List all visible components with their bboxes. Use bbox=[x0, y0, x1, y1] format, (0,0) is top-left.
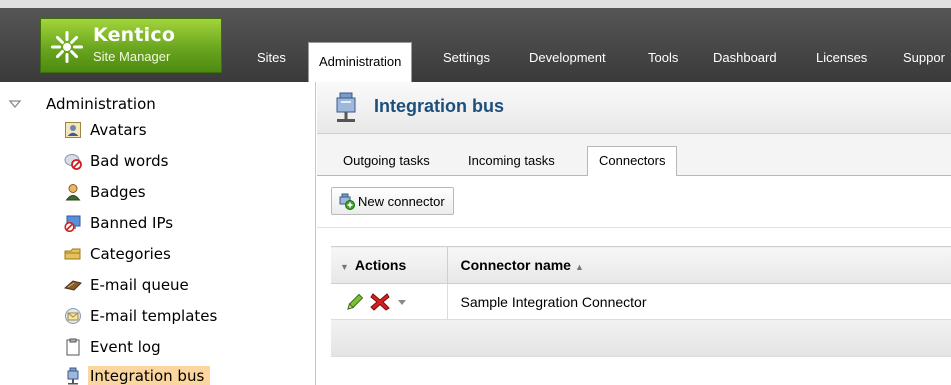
tab-outgoing-tasks[interactable]: Outgoing tasks bbox=[343, 150, 430, 176]
navigation-tree: Administration Avatars Bad words Badges bbox=[0, 82, 316, 385]
add-connector-icon bbox=[339, 193, 355, 210]
tree-item-label: Avatars bbox=[90, 120, 147, 139]
tree-item-badges[interactable]: Badges bbox=[64, 179, 150, 204]
tree-item-banned-ips[interactable]: Banned IPs bbox=[64, 210, 177, 235]
grid-header-row: ▼ Actions Connector name ▲ bbox=[331, 246, 951, 284]
tree-item-categories[interactable]: Categories bbox=[64, 241, 175, 266]
tab-dashboard[interactable]: Dashboard bbox=[713, 40, 777, 80]
tree-item-bad-words[interactable]: Bad words bbox=[64, 148, 172, 173]
top-header: Kentico Site Manager Sites Administratio… bbox=[0, 0, 951, 84]
main-panel: Integration bus Outgoing tasks Incoming … bbox=[317, 82, 951, 385]
toolbar: New connector bbox=[317, 176, 951, 228]
categories-icon bbox=[64, 248, 81, 259]
tree-root-label: Administration bbox=[46, 95, 156, 113]
tab-tools[interactable]: Tools bbox=[648, 40, 678, 80]
tree-item-label: Integration bus bbox=[88, 365, 211, 385]
tree-item-label: E-mail queue bbox=[90, 275, 189, 294]
tree-item-integration-bus[interactable]: Integration bus bbox=[64, 363, 211, 385]
banned-ip-icon bbox=[64, 215, 81, 232]
collapse-triangle-icon[interactable] bbox=[8, 97, 22, 111]
column-header-label: Connector name bbox=[460, 257, 571, 273]
tab-settings[interactable]: Settings bbox=[443, 40, 490, 80]
tree-root-administration[interactable]: Administration bbox=[8, 94, 156, 114]
new-connector-label: New connector bbox=[358, 193, 445, 209]
column-menu-arrow-icon[interactable]: ▼ bbox=[340, 262, 349, 272]
delete-x-icon[interactable] bbox=[369, 292, 391, 312]
badge-icon bbox=[65, 183, 81, 200]
tree-item-email-templates[interactable]: E-mail templates bbox=[64, 303, 221, 328]
more-actions-chevron-icon[interactable] bbox=[395, 292, 409, 312]
tab-licenses[interactable]: Licenses bbox=[816, 40, 867, 80]
sort-ascending-icon: ▲ bbox=[574, 262, 584, 272]
main-tabs: Sites Administration Settings Developmen… bbox=[0, 40, 951, 84]
event-log-icon bbox=[66, 338, 80, 355]
tab-connectors[interactable]: Connectors bbox=[587, 146, 678, 177]
edit-pencil-icon[interactable] bbox=[345, 292, 365, 312]
bad-words-icon bbox=[64, 153, 82, 170]
tab-development[interactable]: Development bbox=[529, 40, 606, 80]
tree-item-label: Bad words bbox=[90, 151, 169, 170]
tree-item-avatars[interactable]: Avatars bbox=[64, 117, 151, 142]
tree-item-event-log[interactable]: Event log bbox=[64, 334, 165, 359]
tab-sites[interactable]: Sites bbox=[257, 40, 286, 80]
tree-item-label: Event log bbox=[90, 337, 161, 356]
column-header-actions[interactable]: ▼ Actions bbox=[331, 246, 448, 284]
connectors-grid: ▼ Actions Connector name ▲ Sample Integr… bbox=[331, 246, 951, 357]
tab-administration[interactable]: Administration bbox=[308, 42, 413, 84]
page-title: Integration bus bbox=[374, 96, 504, 116]
column-header-connector-name[interactable]: Connector name ▲ bbox=[447, 246, 951, 284]
tree-item-email-queue[interactable]: E-mail queue bbox=[64, 272, 193, 297]
table-row: Sample Integration Connector bbox=[331, 283, 951, 320]
integration-bus-icon bbox=[336, 92, 356, 122]
sub-tabs: Outgoing tasks Incoming tasks Connectors bbox=[317, 134, 951, 177]
tree-item-label: E-mail templates bbox=[90, 306, 218, 325]
page-header: Integration bus bbox=[317, 82, 951, 134]
email-queue-icon bbox=[64, 279, 82, 291]
tree-item-label: Banned IPs bbox=[90, 213, 174, 232]
tab-support[interactable]: Suppor bbox=[903, 40, 945, 80]
email-template-icon bbox=[65, 307, 81, 324]
integration-bus-icon bbox=[67, 367, 79, 384]
connector-name-cell[interactable]: Sample Integration Connector bbox=[447, 283, 951, 320]
avatar-icon bbox=[65, 121, 81, 138]
grid-footer-cell bbox=[331, 319, 951, 357]
tree-item-label: Badges bbox=[90, 182, 146, 201]
tab-incoming-tasks[interactable]: Incoming tasks bbox=[468, 150, 555, 176]
grid-footer bbox=[331, 319, 951, 357]
column-header-label: Actions bbox=[354, 257, 407, 273]
new-connector-button[interactable]: New connector bbox=[331, 187, 454, 215]
row-actions bbox=[331, 283, 448, 320]
tree-item-label: Categories bbox=[90, 244, 171, 263]
